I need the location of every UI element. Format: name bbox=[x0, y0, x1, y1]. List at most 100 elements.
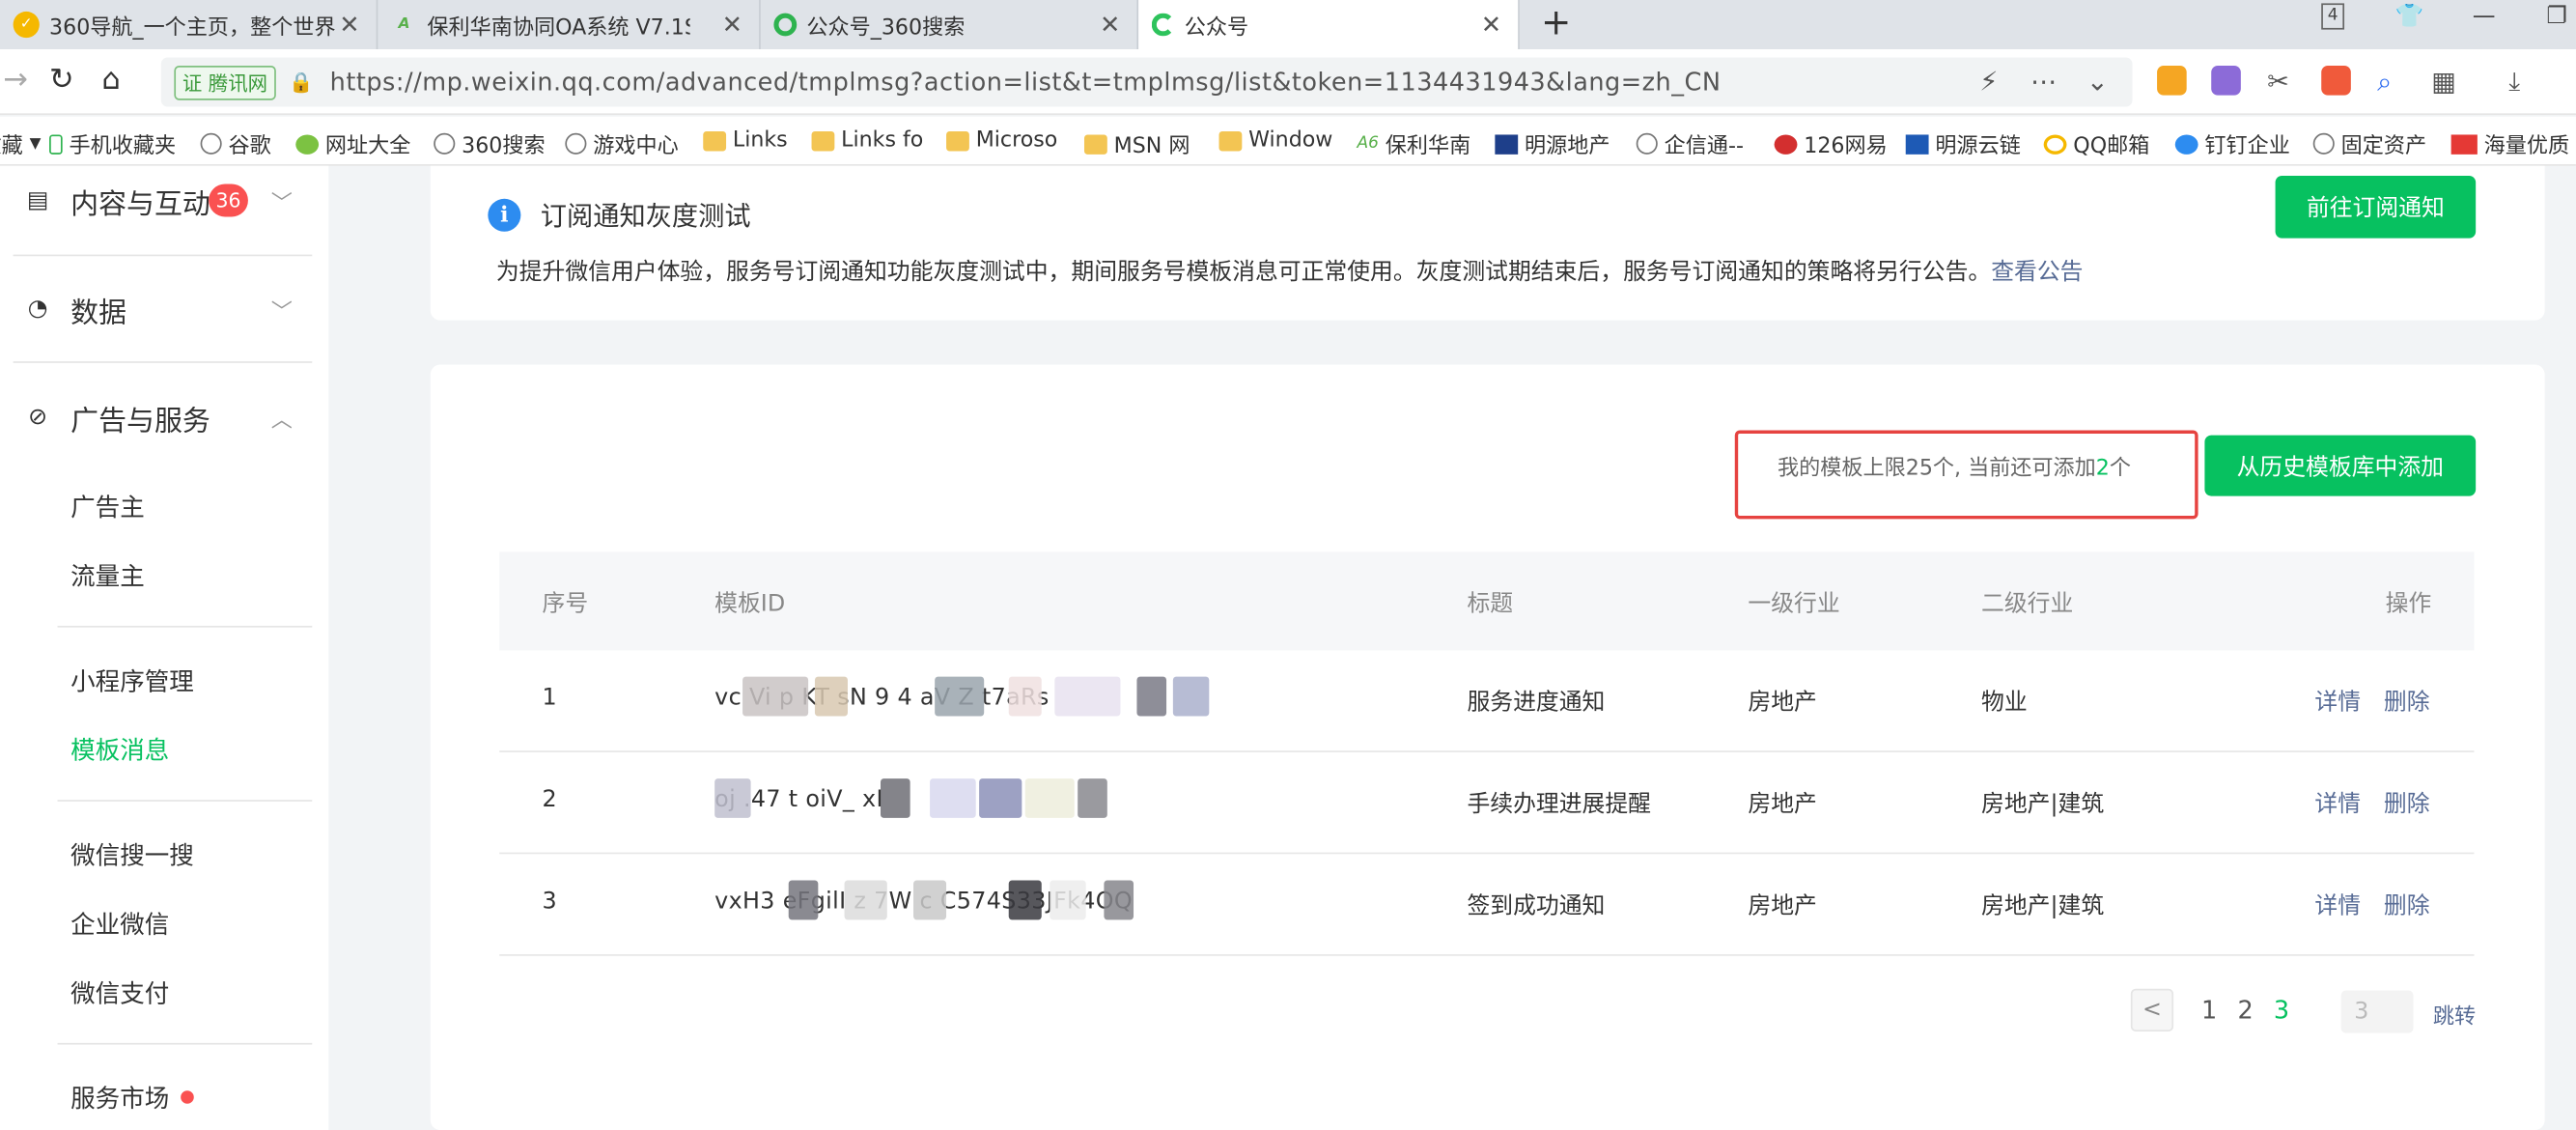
tab-count-icon[interactable]: 4 bbox=[2321, 3, 2345, 30]
url-text[interactable]: https://mp.weixin.qq.com/advanced/tmplms… bbox=[330, 68, 1722, 98]
bookmark-item[interactable]: Links fo bbox=[811, 127, 924, 154]
bookmark-label: Links bbox=[732, 127, 788, 154]
sidebar-item-work-wechat[interactable]: 企业微信 bbox=[70, 907, 169, 942]
sidebar-item-wechat-search[interactable]: 微信搜一搜 bbox=[70, 837, 194, 872]
bookmark-label: 企信通-- bbox=[1664, 134, 1744, 159]
chevron-down-icon[interactable]: ⌄ bbox=[2086, 66, 2109, 97]
tab-360-nav[interactable]: ✓ 360导航_一个主页，整个世界 ✕ bbox=[0, 0, 378, 50]
delete-link[interactable]: 删除 bbox=[2384, 889, 2430, 921]
bookmark-item[interactable]: 企信通-- bbox=[1636, 128, 1744, 159]
bookmark-label: Links fo bbox=[841, 127, 924, 154]
more-icon[interactable]: ⋯ bbox=[2030, 66, 2057, 97]
detail-link[interactable]: 详情 bbox=[2314, 685, 2361, 718]
bookmark-item[interactable]: Microso bbox=[946, 128, 1057, 153]
globe-icon bbox=[1636, 132, 1658, 155]
bookmark-item[interactable]: Window bbox=[1218, 127, 1333, 154]
bookmark-label: 钉钉企业 bbox=[2204, 134, 2290, 159]
browser-window: ✓ 360导航_一个主页，整个世界 ✕ A 保利华南协同OA系统 V7.1SP1… bbox=[0, 0, 2576, 1130]
bookmark-item[interactable]: 游戏中心 bbox=[565, 128, 679, 159]
tab-wechat-mp[interactable]: 公众号 ✕ bbox=[1138, 0, 1520, 50]
redaction-mask bbox=[1054, 676, 1121, 717]
cert-badge[interactable]: 证 腾讯网 bbox=[174, 65, 276, 99]
minimize-icon[interactable]: — bbox=[2473, 3, 2496, 29]
detail-link[interactable]: 详情 bbox=[2314, 889, 2361, 921]
sidebar-item-advertiser[interactable]: 广告主 bbox=[70, 490, 145, 524]
bookmark-item[interactable]: 126网易 bbox=[1774, 128, 1888, 159]
restore-icon[interactable]: ❐ bbox=[2546, 3, 2566, 29]
redaction-mask bbox=[979, 778, 1022, 818]
forward-icon[interactable]: → bbox=[3, 63, 28, 98]
close-icon[interactable]: ✕ bbox=[339, 10, 359, 40]
folder-icon bbox=[703, 130, 727, 151]
page-1[interactable]: 1 bbox=[2201, 996, 2217, 1026]
home-icon[interactable]: ⌂ bbox=[101, 63, 120, 98]
page-3-current[interactable]: 3 bbox=[2274, 996, 2289, 1026]
shirt-icon[interactable]: 👕 bbox=[2395, 3, 2424, 29]
sidebar-item-wechat-pay[interactable]: 微信支付 bbox=[70, 975, 169, 1010]
bookmark-item[interactable]: Links bbox=[703, 127, 788, 154]
bookmark-item[interactable]: 钉钉企业 bbox=[2174, 128, 2290, 159]
game-extension-icon[interactable] bbox=[2321, 66, 2351, 96]
jump-button[interactable]: 跳转 bbox=[2433, 999, 2476, 1031]
lightning-icon[interactable]: ⚡ bbox=[1979, 66, 1998, 97]
sidebar-item-service-market[interactable]: 服务市场 bbox=[70, 1081, 169, 1116]
bookmark-item[interactable]: 360搜索 bbox=[434, 128, 546, 159]
lock-icon[interactable]: 🔒 bbox=[289, 71, 313, 94]
go-subscribe-notice-button[interactable]: 前往订阅通知 bbox=[2275, 175, 2477, 239]
apps-grid-icon[interactable]: ▦ bbox=[2431, 66, 2456, 97]
industry-primary: 房地产 bbox=[1748, 690, 1817, 717]
reload-icon[interactable]: ↻ bbox=[49, 63, 74, 98]
nav-group-data[interactable]: ◔ 数据 ﹀ bbox=[0, 291, 328, 329]
bookmark-item[interactable]: 谷歌 bbox=[200, 128, 271, 159]
bookmark-item[interactable]: QQ邮箱 bbox=[2043, 128, 2149, 159]
bookmark-label: Window bbox=[1248, 127, 1333, 154]
phone-icon bbox=[49, 133, 63, 155]
sidebar-item-miniprogram[interactable]: 小程序管理 bbox=[70, 664, 194, 698]
view-announcement-link[interactable]: 查看公告 bbox=[1991, 260, 2083, 286]
bookmark-item[interactable]: 手机收藏夹 bbox=[49, 128, 176, 159]
translate-extension-icon[interactable] bbox=[2211, 66, 2241, 96]
redaction-mask bbox=[714, 778, 751, 818]
bookmark-label: 谷歌 bbox=[228, 134, 271, 159]
delete-link[interactable]: 删除 bbox=[2384, 787, 2430, 820]
bookmark-label: 固定资产 bbox=[2340, 134, 2427, 159]
search-icon[interactable]: ⌕ bbox=[2377, 66, 2392, 99]
bookmark-item[interactable]: 明源地产 bbox=[1495, 128, 1610, 159]
nav-group-content-interaction[interactable]: ▤ 内容与互动 36 ﹀ bbox=[0, 183, 328, 221]
shield-extension-icon[interactable] bbox=[2157, 66, 2187, 96]
row-number: 3 bbox=[542, 889, 557, 916]
prev-page-button[interactable]: < bbox=[2130, 988, 2174, 1031]
qq-icon bbox=[2043, 133, 2067, 155]
close-icon[interactable]: ✕ bbox=[722, 10, 742, 40]
download-icon[interactable]: ⤓ bbox=[2508, 66, 2520, 99]
delete-link[interactable]: 删除 bbox=[2384, 685, 2430, 718]
new-tab-button[interactable]: + bbox=[1541, 3, 1571, 44]
sidebar-item-traffic-owner[interactable]: 流量主 bbox=[70, 558, 145, 593]
bookmark-item[interactable]: 海量优质 bbox=[2450, 128, 2569, 159]
nav-group-ads-services[interactable]: ⊘ 广告与服务 ︿ bbox=[0, 399, 328, 438]
close-icon[interactable]: ✕ bbox=[1100, 10, 1120, 40]
column-header: 序号 bbox=[542, 591, 589, 618]
divider bbox=[13, 254, 313, 257]
bookmark-item[interactable]: 收藏 ▼ bbox=[0, 128, 41, 159]
jump-page-input[interactable]: 3 bbox=[2340, 990, 2414, 1033]
sidebar-item-template-message[interactable]: 模板消息 bbox=[70, 732, 169, 767]
page-2[interactable]: 2 bbox=[2237, 996, 2253, 1026]
tab-title: 360导航_一个主页，整个世界 bbox=[49, 15, 336, 41]
detail-link[interactable]: 详情 bbox=[2314, 787, 2361, 820]
bookmark-item[interactable]: 网址大全 bbox=[295, 128, 410, 159]
bookmark-item[interactable]: A6 保利华南 bbox=[1357, 128, 1470, 159]
close-icon[interactable]: ✕ bbox=[1481, 10, 1501, 40]
info-icon: i bbox=[488, 198, 521, 232]
bookmark-item[interactable]: MSN 网 bbox=[1083, 128, 1190, 159]
add-from-history-button[interactable]: 从历史模板库中添加 bbox=[2204, 435, 2477, 496]
hao-icon bbox=[295, 133, 320, 155]
tab-oa-system[interactable]: A 保利华南协同OA系统 V7.1SP1 ✕ bbox=[378, 0, 761, 50]
bookmark-item[interactable]: 固定资产 bbox=[2312, 128, 2427, 159]
scissors-icon[interactable]: ✂ bbox=[2267, 66, 2289, 97]
bookmark-item[interactable]: 明源云链 bbox=[1905, 128, 2021, 159]
url-field[interactable]: 证 腾讯网 🔒 https://mp.weixin.qq.com/advance… bbox=[160, 57, 2133, 107]
row-number: 2 bbox=[542, 786, 557, 813]
bookmark-label: 126网易 bbox=[1804, 134, 1888, 159]
tab-360-search[interactable]: 公众号_360搜索 ✕ bbox=[761, 0, 1139, 50]
